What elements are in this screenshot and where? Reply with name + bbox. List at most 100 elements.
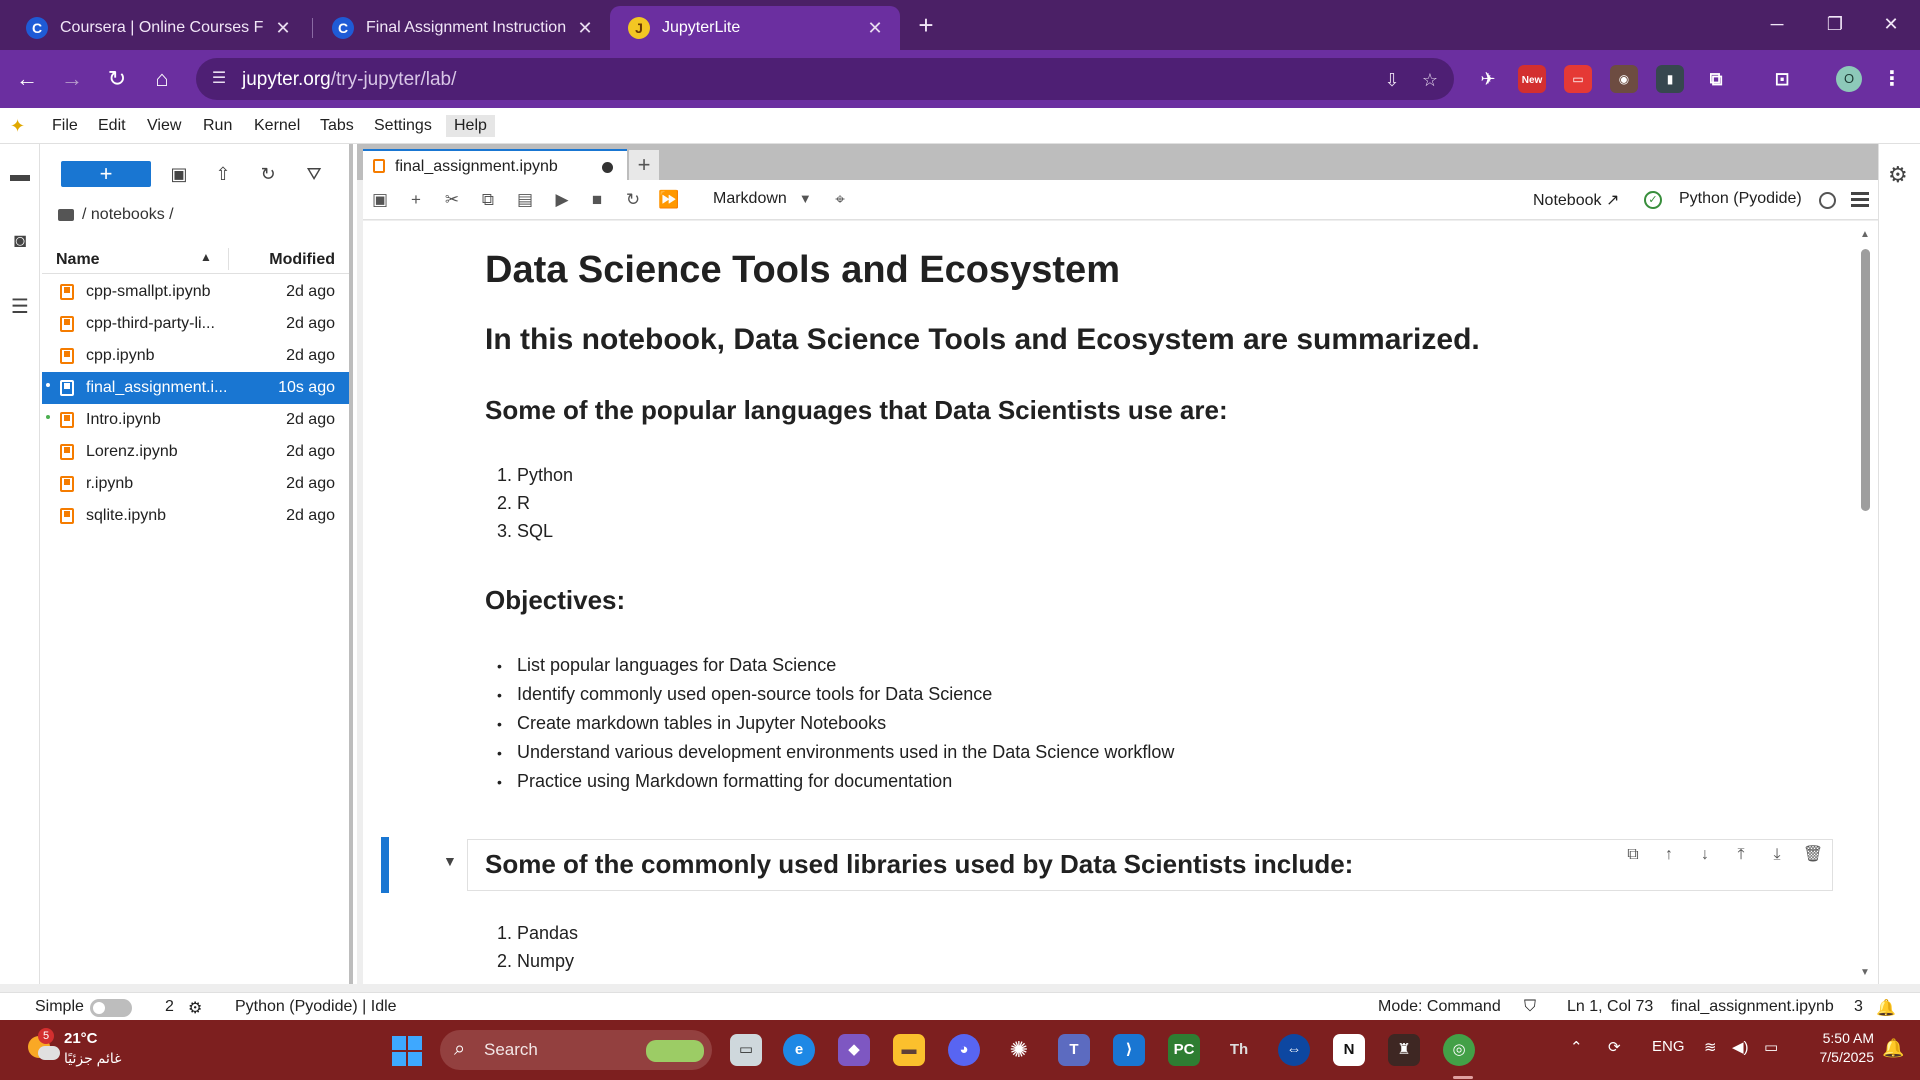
table-of-contents-icon[interactable]: ☰ xyxy=(7,294,33,320)
language-indicator[interactable]: ENG xyxy=(1652,1038,1685,1055)
refresh-icon[interactable]: ↻ xyxy=(255,161,281,187)
battery-icon[interactable]: ▭ xyxy=(1764,1038,1778,1056)
running-kernels-icon[interactable]: ◙ xyxy=(7,228,33,254)
cell-type-select[interactable]: Markdown ▼ xyxy=(713,190,812,208)
extension-plane-icon[interactable]: ✈ xyxy=(1474,65,1502,93)
restore-icon[interactable]: ❐ xyxy=(1806,0,1864,50)
browser-tab-jupyterlite[interactable]: J JupyterLite ✕ xyxy=(610,6,900,50)
notification-count[interactable]: 3 xyxy=(1854,998,1863,1016)
close-icon[interactable]: ✕ xyxy=(864,18,886,39)
restart-icon[interactable]: ↻ xyxy=(621,188,645,212)
name-column-header[interactable]: Name xyxy=(56,251,100,269)
close-icon[interactable]: ✕ xyxy=(574,18,596,39)
tab-final-assignment[interactable]: final_assignment.ipynb xyxy=(363,149,627,180)
file-row[interactable]: cpp-smallpt.ipynb 2d ago xyxy=(42,276,349,308)
install-app-icon[interactable]: ⇩ xyxy=(1380,68,1404,92)
back-arrow-icon[interactable]: ← xyxy=(10,62,44,96)
menu-settings[interactable]: Settings xyxy=(374,117,432,135)
cursor-position[interactable]: Ln 1, Col 73 xyxy=(1567,998,1653,1016)
teamviewer-icon[interactable]: ⇔ xyxy=(1278,1034,1310,1066)
tab-search-icon[interactable]: ⊡ xyxy=(1768,65,1796,93)
address-bar[interactable]: ☰ jupyter.org/try-jupyter/lab/ ⇩ ☆ xyxy=(196,58,1454,100)
chrome-icon[interactable]: ◎ xyxy=(1443,1034,1475,1066)
home-icon[interactable]: ⌂ xyxy=(145,62,179,96)
vscode-icon[interactable]: ⟩ xyxy=(1113,1034,1145,1066)
run-icon[interactable]: ▶ xyxy=(550,188,574,212)
typora-icon[interactable]: Th xyxy=(1223,1034,1255,1066)
breadcrumb[interactable]: / notebooks / xyxy=(58,206,174,224)
browser-menu-icon[interactable]: ⋮ xyxy=(1878,65,1906,93)
scroll-down-arrow-icon[interactable]: ▼ xyxy=(1859,967,1871,978)
windows-start-icon[interactable] xyxy=(392,1036,422,1066)
upload-icon[interactable]: ⇧ xyxy=(210,161,236,187)
menu-view[interactable]: View xyxy=(147,117,181,135)
notebook-scrollbar[interactable]: ▲ ▼ xyxy=(1859,229,1871,979)
notification-center-icon[interactable]: 🔔 xyxy=(1882,1038,1904,1059)
unsaved-dot-icon[interactable] xyxy=(602,162,613,173)
scroll-up-arrow-icon[interactable]: ▲ xyxy=(1859,229,1871,240)
active-cell-indicator[interactable] xyxy=(381,837,389,893)
filter-icon[interactable]: ⛛ xyxy=(301,161,327,187)
site-info-icon[interactable]: ☰ xyxy=(208,68,230,90)
menu-file[interactable]: File xyxy=(52,117,78,135)
sync-icon[interactable]: ⟳ xyxy=(1608,1038,1621,1056)
open-notebook-link[interactable]: Notebook ↗ xyxy=(1533,190,1619,210)
menu-kernel[interactable]: Kernel xyxy=(254,117,300,135)
system-clock[interactable]: 5:50 AM 7/5/2025 xyxy=(1808,1030,1875,1068)
close-icon[interactable]: ✕ xyxy=(272,18,294,39)
minimize-icon[interactable]: ─ xyxy=(1748,0,1806,50)
cut-icon[interactable]: ✂ xyxy=(440,188,464,212)
file-row[interactable]: Intro.ipynb 2d ago xyxy=(42,404,349,436)
teams-icon[interactable]: T xyxy=(1058,1034,1090,1066)
file-row-selected[interactable]: final_assignment.i... 10s ago xyxy=(42,372,349,404)
property-inspector-gear-icon[interactable]: ⚙ xyxy=(1888,162,1908,188)
game-app-icon[interactable]: ♜ xyxy=(1388,1034,1420,1066)
kernel-name[interactable]: Python (Pyodide) xyxy=(1679,190,1802,208)
move-up-icon[interactable]: ↑ xyxy=(1657,843,1681,867)
stop-icon[interactable]: ■ xyxy=(585,188,609,212)
browser-tab-assignment[interactable]: C Final Assignment Instructions: C ✕ xyxy=(314,6,610,50)
file-explorer-icon[interactable]: ▬ xyxy=(893,1034,925,1066)
delete-cell-icon[interactable]: 🗑 xyxy=(1801,843,1825,867)
bookmark-star-icon[interactable]: ☆ xyxy=(1418,68,1442,92)
new-launcher-button[interactable]: + xyxy=(61,161,151,187)
forward-arrow-icon[interactable]: → xyxy=(55,62,89,96)
extension-camera-icon[interactable]: ◉ xyxy=(1610,65,1638,93)
copy-icon[interactable]: ⧉ xyxy=(476,188,500,212)
wifi-icon[interactable]: ≋ xyxy=(1704,1038,1717,1056)
extensions-puzzle-icon[interactable]: ⧉ xyxy=(1702,65,1730,93)
menu-run[interactable]: Run xyxy=(203,117,232,135)
collapse-heading-icon[interactable]: ▼ xyxy=(443,853,457,869)
simple-mode-toggle[interactable] xyxy=(90,999,132,1017)
menu-edit[interactable]: Edit xyxy=(98,117,126,135)
new-tab-plus-button[interactable]: + xyxy=(629,150,659,180)
paste-icon[interactable]: ▤ xyxy=(513,188,537,212)
file-row[interactable]: cpp-third-party-li... 2d ago xyxy=(42,308,349,340)
run-all-icon[interactable]: ⏩ xyxy=(657,188,681,212)
volume-icon[interactable]: ◀) xyxy=(1732,1038,1749,1056)
menu-help[interactable]: Help xyxy=(446,115,495,137)
insert-below-icon[interactable]: ⤓ xyxy=(1765,843,1789,867)
file-row[interactable]: r.ipynb 2d ago xyxy=(42,468,349,500)
extension-color-icon[interactable]: ▮ xyxy=(1656,65,1684,93)
task-view-icon[interactable]: ▭ xyxy=(730,1034,762,1066)
profile-avatar[interactable]: O xyxy=(1836,66,1862,92)
menu-tabs[interactable]: Tabs xyxy=(320,117,354,135)
move-down-icon[interactable]: ↓ xyxy=(1693,843,1717,867)
property-menu-icon[interactable] xyxy=(1851,189,1869,209)
notion-icon[interactable]: N xyxy=(1333,1034,1365,1066)
pycharm-icon[interactable]: PC xyxy=(1168,1034,1200,1066)
new-folder-icon[interactable]: ▣ xyxy=(166,161,192,187)
url-text[interactable]: jupyter.org/try-jupyter/lab/ xyxy=(242,69,456,91)
browser-tab-coursera[interactable]: C Coursera | Online Courses From ✕ xyxy=(8,6,308,50)
extension-new-icon[interactable]: New xyxy=(1518,65,1546,93)
insert-cell-icon[interactable]: + xyxy=(404,188,428,212)
insert-above-icon[interactable]: ⤒ xyxy=(1729,843,1753,867)
file-row[interactable]: cpp.ipynb 2d ago xyxy=(42,340,349,372)
notification-bell-icon[interactable]: 🔔 xyxy=(1876,998,1896,1018)
window-close-icon[interactable]: ✕ xyxy=(1862,0,1920,50)
new-tab-button[interactable]: + xyxy=(912,10,940,40)
file-row[interactable]: Lorenz.ipynb 2d ago xyxy=(42,436,349,468)
scrollbar-thumb[interactable] xyxy=(1861,249,1870,511)
folder-icon[interactable]: ▬ xyxy=(7,162,33,188)
